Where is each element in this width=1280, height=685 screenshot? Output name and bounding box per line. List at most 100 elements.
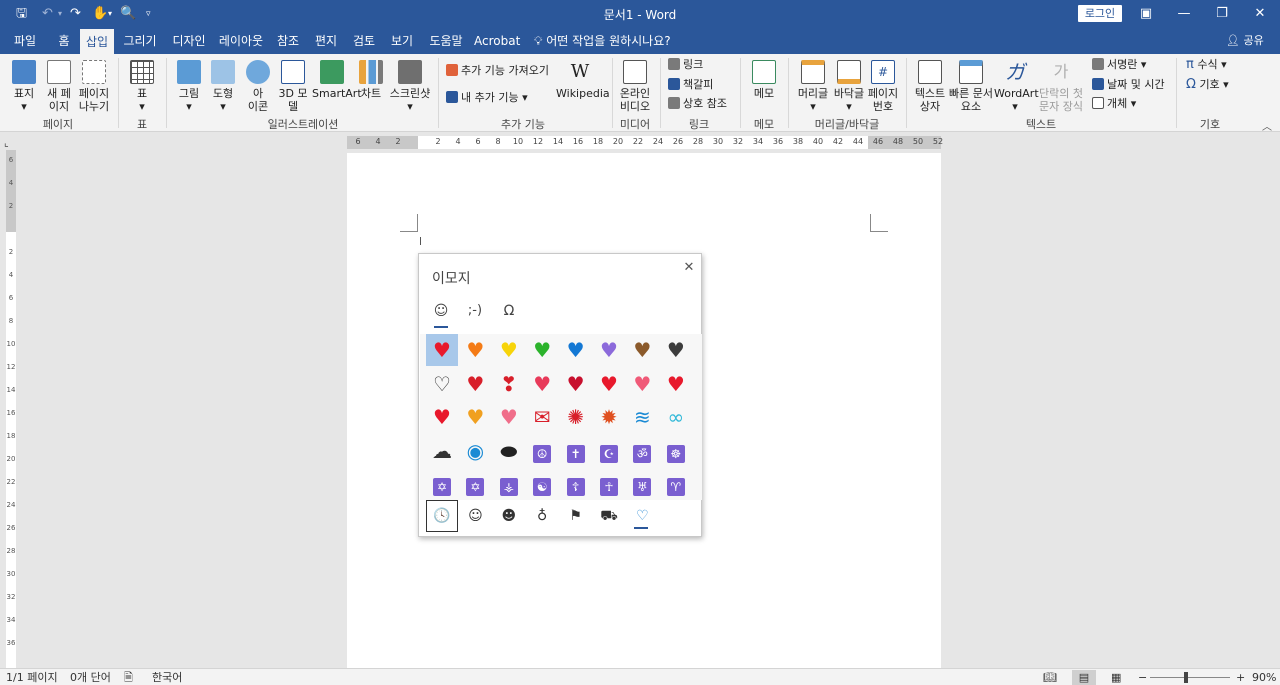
touch-dropdown-icon[interactable]: ▾ [108,5,112,23]
emoji-category-1[interactable]: ☺ [459,500,491,532]
emoji-cell[interactable]: ✹ [593,401,625,433]
print-preview-icon[interactable]: 🔍 [120,5,136,23]
emoji-cell[interactable]: ॐ [626,435,658,467]
online-video-button[interactable]: 온라인 비디오 [618,60,652,113]
read-mode-icon[interactable]: 📖︎ [1043,670,1057,685]
emoji-cell[interactable]: ♡ [426,368,458,400]
web-layout-icon[interactable]: ▦ [1111,670,1121,685]
emoji-cell[interactable]: ♥ [626,334,658,366]
emoji-cell[interactable]: ❣ [493,368,525,400]
emoji-cell[interactable]: ☯ [526,468,558,500]
shapes-button[interactable]: 도형 ▾ [208,60,238,113]
wikipedia-button[interactable]: W Wikipedia [556,60,610,100]
tab-acrobat[interactable]: Acrobat [474,28,520,54]
emoji-cell[interactable]: ♥ [660,368,692,400]
emoji-cell[interactable]: ♈ [660,468,692,500]
emoji-category-3[interactable]: ♁ [526,500,558,532]
emoji-category-2[interactable]: ☻ [493,500,525,532]
emoji-cell[interactable]: ✡ [426,468,458,500]
emoji-cell[interactable]: ✺ [560,401,592,433]
emoji-cell[interactable]: ♥ [493,401,525,433]
redo-icon[interactable]: ↷ [70,5,81,23]
page-break-button[interactable]: 페이지 나누기 [76,60,112,113]
chart-button[interactable]: 차트 [358,60,384,100]
emoji-cell[interactable]: ☮ [526,435,558,467]
emoji-cell[interactable]: ♥ [426,401,458,433]
close-window-icon[interactable]: ✕ [1248,4,1272,24]
undo-icon[interactable]: ↶ [42,5,53,23]
emoji-cell[interactable]: ✝ [560,435,592,467]
share-button[interactable]: 👤︎ 공유 [1226,28,1264,54]
vertical-ruler[interactable]: 6 4 2 2 4 6 8 10 12 14 16 18 20 22 24 26 28 30 32 34 36 [6,150,16,668]
zoom-slider-track[interactable] [1150,677,1230,678]
emoji-cell[interactable]: ⚶ [493,468,525,500]
picture-button[interactable]: 그림 ▾ [174,60,204,113]
emoji-cell[interactable]: ≋ [626,401,658,433]
zoom-level[interactable]: 90% [1252,670,1276,685]
screenshot-button[interactable]: 스크린샷 ▾ [388,60,432,113]
emoji-cell[interactable]: ◉ [459,435,491,467]
emoji-cell[interactable]: ♥ [526,368,558,400]
zoom-slider-thumb[interactable] [1184,672,1188,683]
emoji-cell[interactable]: ♥ [426,334,458,366]
tab-references[interactable]: 참조 [272,28,304,54]
save-icon[interactable]: 🖫 [16,5,27,23]
drop-cap-button[interactable]: 가 단락의 첫 문자 장식 [1036,60,1086,113]
quick-parts-button[interactable]: 빠른 문서 요소 [948,60,994,113]
close-icon[interactable]: ✕ [681,260,697,276]
emoji-cell[interactable]: ☥ [593,468,625,500]
emoji-cell[interactable]: ♥ [560,334,592,366]
comment-button[interactable]: 메모 [748,60,780,100]
emoji-cell[interactable]: ♥ [560,368,592,400]
tab-help[interactable]: 도움말 [424,28,468,54]
link-button[interactable]: 링크 [668,58,703,71]
tab-selector-icon[interactable]: ⌞ [4,138,9,149]
smartart-button[interactable]: SmartArt [312,60,362,100]
my-addins-button[interactable]: 내 추가 기능 ▾ [446,91,528,104]
print-layout-icon[interactable]: ▤ [1072,670,1096,685]
emoji-cell[interactable]: ♥ [493,334,525,366]
tab-design[interactable]: 디자인 [168,28,210,54]
touch-mode-icon[interactable]: ✋ [92,5,108,23]
header-button[interactable]: 머리글 ▾ [796,60,830,113]
language-indicator[interactable]: 한국어 [152,670,182,685]
equation-button[interactable]: π 수식 ▾ [1186,58,1227,71]
tell-me-box[interactable]: 💡︎ 어떤 작업을 원하시나요? [534,28,684,54]
minimize-icon[interactable]: — [1172,4,1196,24]
tab-emoji[interactable]: ☺ [427,300,455,322]
tab-layout[interactable]: 레이아웃 [216,28,266,54]
word-count[interactable]: 0개 단어 [70,670,111,685]
collapse-ribbon-icon[interactable]: ︿ [1262,118,1272,133]
zoom-out-icon[interactable]: − [1138,670,1147,685]
tab-view[interactable]: 보기 [386,28,418,54]
emoji-cell[interactable]: ⬬ [493,435,525,467]
tab-file[interactable]: 파일 [6,28,44,54]
bookmark-button[interactable]: 책갈피 [668,78,713,91]
emoji-cell[interactable]: ☸ [660,435,692,467]
text-box-button[interactable]: 텍스트 상자 [912,60,948,113]
signature-line-button[interactable]: 서명란 ▾ [1092,58,1146,71]
emoji-cell[interactable]: ♅ [626,468,658,500]
tab-home[interactable]: 홈 [50,28,78,54]
emoji-cell[interactable]: ♥ [459,368,491,400]
emoji-cell[interactable]: ✡ [459,468,491,500]
emoji-cell[interactable]: ✉ [526,401,558,433]
emoji-cell[interactable]: ♥ [459,334,491,366]
tab-draw[interactable]: 그리기 [120,28,160,54]
emoji-cell[interactable]: ∞ [660,401,692,433]
emoji-category-0[interactable]: 🕓 [426,500,458,532]
emoji-cell[interactable]: ♥ [593,334,625,366]
emoji-cell[interactable]: ☪ [593,435,625,467]
3d-models-button[interactable]: 3D 모 델 [276,60,310,113]
emoji-cell[interactable]: ♥ [526,334,558,366]
footer-button[interactable]: 바닥글 ▾ [832,60,866,113]
page-number-button[interactable]: # 페이지 번호 [866,60,900,113]
emoji-cell[interactable]: ☁ [426,435,458,467]
ribbon-display-icon[interactable]: ▣ [1134,4,1158,24]
tab-symbols[interactable]: Ω [495,300,523,322]
emoji-cell[interactable]: ☦ [560,468,592,500]
login-button[interactable]: 로그인 [1078,5,1122,22]
tab-review[interactable]: 검토 [348,28,380,54]
emoji-cell[interactable]: ♥ [593,368,625,400]
emoji-cell[interactable]: ♥ [459,401,491,433]
